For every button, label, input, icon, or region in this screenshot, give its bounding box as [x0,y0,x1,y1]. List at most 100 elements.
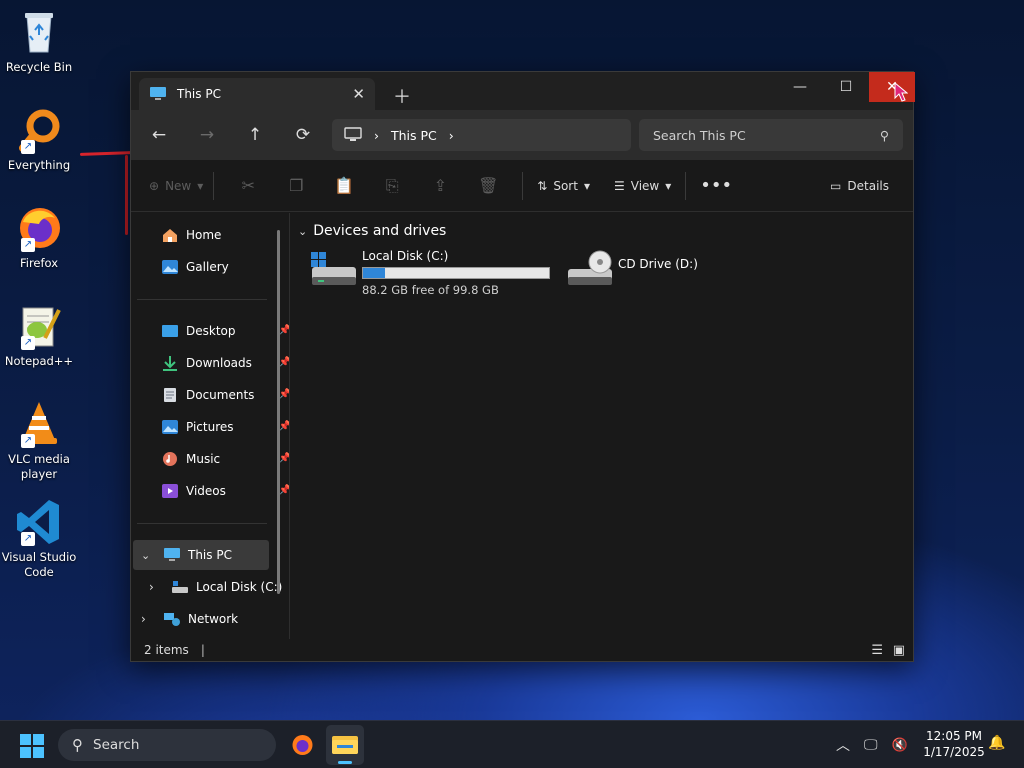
sidebar-label: Downloads [186,356,252,370]
sidebar-item-this-pc[interactable]: ⌄ This PC [133,540,269,570]
chevron-right-icon[interactable]: › [374,128,379,143]
close-tab-icon[interactable]: ✕ [352,85,365,103]
pictures-icon [162,420,178,434]
mouse-pointer-icon [894,82,908,102]
sidebar-label: Pictures [186,420,234,434]
item-count: 2 items [144,643,189,657]
details-pane-button[interactable]: ▭ Details [830,170,889,202]
desktop-icon-firefox[interactable]: ↗ Firefox [0,204,78,271]
status-bar: 2 items | ☰ ▣ [131,639,913,661]
drive-tile-local-disk[interactable]: Local Disk (C:) 88.2 GB free of 99.8 GB [310,249,554,299]
shortcut-arrow-icon: ↗ [21,336,35,350]
desktop-icon-vscode[interactable]: ↗ Visual Studio Code [0,498,78,580]
divider [137,299,267,300]
plus-circle-icon: ⊕ [149,178,160,193]
taskbar-app-firefox[interactable] [286,729,318,761]
file-explorer-window: This PC ✕ ＋ — ☐ ✕ ← → ↑ ⟳ › This PC › Se… [130,71,915,662]
separator: | [200,643,205,657]
desktop-icon-recycle-bin[interactable]: Recycle Bin [0,8,78,75]
chevron-right-icon[interactable]: › [149,580,171,594]
group-header-devices[interactable]: ⌄ Devices and drives [298,223,446,239]
taskbar-app-file-explorer[interactable] [326,725,364,765]
up-button[interactable]: ↑ [235,119,275,151]
new-tab-button[interactable]: ＋ [393,83,411,109]
minimize-button[interactable]: — [777,72,823,102]
notification-bell-icon[interactable]: 🔔 [988,735,1005,751]
chevron-right-icon[interactable]: › [449,128,454,143]
share-button[interactable]: ⇪ [416,170,464,202]
chevron-down-icon: ▾ [665,178,672,193]
chevron-up-icon[interactable]: ︿ [836,735,850,755]
copy-button[interactable]: ❐ [272,170,320,202]
new-button[interactable]: ⊕ New ▾ [149,170,203,202]
clock-date: 1/17/2025 [923,745,985,759]
sidebar-item-local-disk[interactable]: › Local Disk (C:) [149,573,283,601]
view-label: View [630,178,660,193]
desktop-icon-label: Everything [7,158,71,172]
desktop-icon-everything[interactable]: ↗ Everything [0,106,78,173]
sidebar-item-documents[interactable]: Documents 📌 [161,381,295,409]
sidebar-item-desktop[interactable]: Desktop 📌 [161,317,295,345]
chevron-down-icon: ▾ [197,178,204,193]
speaker-muted-icon[interactable]: 🔇 [892,738,908,753]
forward-button[interactable]: → [187,119,227,151]
more-options-button[interactable]: ••• [700,170,732,202]
tab-this-pc[interactable]: This PC ✕ [139,78,375,110]
delete-button[interactable]: 🗑 [464,170,512,202]
maximize-button[interactable]: ☐ [823,72,869,102]
details-view-icon[interactable]: ☰ [871,643,883,658]
cut-button[interactable]: ✂ [224,170,272,202]
shortcut-arrow-icon: ↗ [21,434,35,448]
start-button[interactable] [20,734,44,758]
paste-button[interactable]: 📋 [320,170,368,202]
new-label: New [165,178,192,193]
breadcrumb-segment[interactable]: This PC [391,128,437,143]
refresh-button[interactable]: ⟳ [283,119,323,151]
sidebar-item-music[interactable]: Music 📌 [161,445,295,473]
sidebar-item-network[interactable]: › Network [141,605,275,633]
sort-icon: ⇅ [537,178,548,193]
sort-label: Sort [553,178,578,193]
taskbar-search[interactable]: ⚲ Search [58,729,276,761]
drive-tile-cd-drive[interactable]: CD Drive (D:) [566,249,766,299]
display-icon[interactable]: 🖵 [864,737,878,753]
drive-usage-bar [362,267,550,279]
separator [522,171,524,200]
clock[interactable]: 12:05 PM 1/17/2025 [918,728,990,760]
everything-search-icon: ↗ [15,106,63,154]
sidebar-item-pictures[interactable]: Pictures 📌 [161,413,295,441]
taskbar-search-label: Search [93,737,140,753]
firefox-icon [292,735,313,755]
recycle-bin-icon [15,8,63,56]
view-button[interactable]: ☰ View ▾ [614,170,671,202]
desktop-icon-vlc[interactable]: ↗ VLC media player [0,400,78,482]
sort-button[interactable]: ⇅ Sort ▾ [537,170,590,202]
videos-icon [162,484,178,498]
sidebar-item-home[interactable]: Home [161,221,295,249]
separator [685,171,687,200]
sidebar-item-gallery[interactable]: Gallery [161,253,295,281]
rename-button[interactable]: ⎘ [368,170,416,202]
drive-icon [172,581,188,593]
sidebar-scrollbar[interactable] [277,230,280,594]
desktop-folder-icon [162,325,178,337]
music-icon [163,452,177,466]
chevron-right-icon[interactable]: › [141,612,163,626]
sidebar-label: Desktop [186,324,236,338]
desktop-icon-notepad-plus-plus[interactable]: ↗ Notepad++ [0,302,78,369]
search-icon: ⚲ [879,127,889,143]
chevron-down-icon[interactable]: ⌄ [141,549,163,562]
search-input[interactable]: Search This PC ⚲ [639,119,903,151]
sidebar-item-downloads[interactable]: Downloads 📌 [161,349,295,377]
close-window-button[interactable]: ✕ [869,72,915,102]
desktop-icon-label: VLC media player [8,452,70,481]
sidebar-item-videos[interactable]: Videos 📌 [161,477,295,505]
command-bar: ⊕ New ▾ ✂ ❐ 📋 ⎘ ⇪ 🗑 ⇅ Sort ▾ ☰ View ▾ ••… [131,160,913,212]
ellipsis-icon: ••• [700,175,733,196]
monitor-icon [344,127,362,141]
address-bar[interactable]: › This PC › [332,119,631,151]
back-button[interactable]: ← [139,119,179,151]
desktop-icon-label: Recycle Bin [5,60,73,74]
sidebar-label: Music [186,452,221,466]
tiles-view-icon[interactable]: ▣ [893,643,905,658]
